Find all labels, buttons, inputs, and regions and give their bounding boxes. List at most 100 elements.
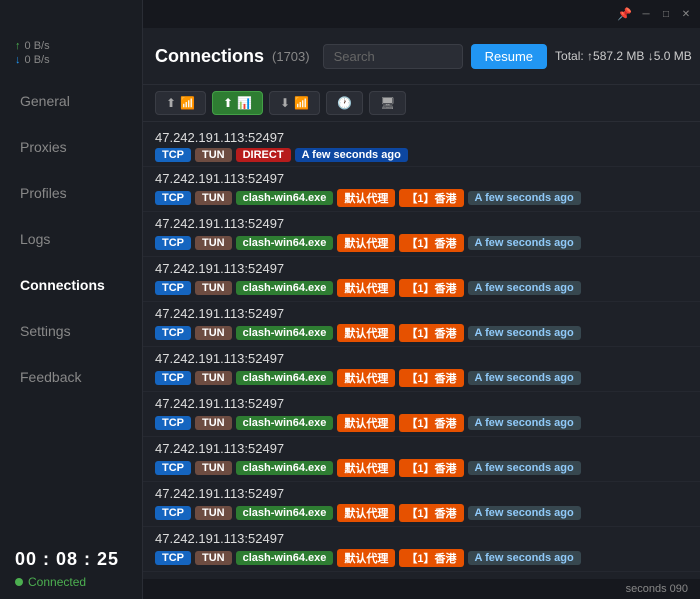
- down-value: 0: [25, 54, 31, 66]
- connection-tag: 默认代理: [337, 549, 395, 567]
- down-arrow-icon: ↓: [15, 54, 21, 66]
- connection-tag: TUN: [195, 461, 232, 475]
- connection-item: 47.242.191.113:52497 TCPTUNclash-win64.ex…: [143, 302, 700, 347]
- connection-tags: TCPTUNclash-win64.exe默认代理【1】香港A few seco…: [155, 324, 688, 342]
- sidebar-item-proxies[interactable]: Proxies: [0, 124, 142, 170]
- connection-tag: TUN: [195, 416, 232, 430]
- close-button[interactable]: ✕: [680, 8, 692, 20]
- connection-item: 47.242.191.113:52497TCPTUNclash-win64.ex…: [143, 257, 700, 302]
- connection-tag: 默认代理: [337, 189, 395, 207]
- sidebar-item-logs[interactable]: Logs: [0, 216, 142, 262]
- connection-item: 47.242.191.113:52497TCPTUNclash-win64.ex…: [143, 212, 700, 257]
- connection-item: 47.242.191.113:52497TCPTUNclash-win64.ex…: [143, 572, 700, 579]
- up-unit: B/s: [34, 40, 50, 52]
- toolbar-btn-upload-active[interactable]: ⬆ 📊: [212, 91, 263, 115]
- connection-tag: TUN: [195, 281, 232, 295]
- sidebar-item-connections[interactable]: Connections: [0, 262, 142, 308]
- connection-host: 47.242.191.113:52497: [155, 306, 688, 321]
- main-panel: 📌 ─ □ ✕ Connections (1703) Resume Total:…: [143, 0, 700, 599]
- toolbar: ⬆ 📶 ⬆ 📊 ⬇ 📶 🕐 🖥: [143, 85, 700, 122]
- connection-tag: 默认代理: [337, 504, 395, 522]
- pin-icon[interactable]: 📌: [617, 7, 632, 21]
- connection-tag: DIRECT: [236, 148, 291, 162]
- connection-tag: clash-win64.exe: [236, 191, 334, 205]
- sidebar-item-general[interactable]: General: [0, 78, 142, 124]
- connection-host: 47.242.191.113:52497: [155, 130, 688, 145]
- connection-item: 47.242.191.113:52497 TCP TUN DIRECT A few se…: [143, 126, 700, 167]
- connection-tags: TCPTUNclash-win64.exe默认代理【1】香港A few seco…: [155, 504, 688, 522]
- toolbar-btn-download[interactable]: ⬇ 📶: [269, 91, 320, 115]
- connection-tag: A few seconds ago: [468, 371, 581, 385]
- status-bar: seconds 090: [143, 579, 700, 599]
- connection-tag: TUN: [195, 191, 232, 205]
- connection-tag: 默认代理: [337, 279, 395, 297]
- connection-tag: A few seconds ago: [295, 148, 408, 162]
- connections-list[interactable]: 47.242.191.113:52497 TCP TUN DIRECT A few se…: [143, 122, 700, 579]
- sidebar-item-settings[interactable]: Settings: [0, 308, 142, 354]
- sidebar-item-profiles[interactable]: Profiles: [0, 170, 142, 216]
- toolbar-btn-time[interactable]: 🕐: [326, 91, 363, 115]
- connection-tag: 【1】香港: [399, 234, 463, 252]
- connection-host: 47.242.191.113:52497: [155, 171, 688, 186]
- connection-host: 47.242.191.113:52497: [155, 441, 688, 456]
- sidebar-item-feedback[interactable]: Feedback: [0, 354, 142, 400]
- connection-tag: A few seconds ago: [468, 416, 581, 430]
- connection-tag: clash-win64.exe: [236, 416, 334, 430]
- connection-tag: A few seconds ago: [468, 461, 581, 475]
- connection-host: 47.242.191.113:52497: [155, 396, 688, 411]
- connection-host: 47.242.191.113:52497: [155, 486, 688, 501]
- upload-icon: ⬆: [166, 96, 176, 110]
- resume-button[interactable]: Resume: [471, 44, 547, 69]
- up-value: 0: [25, 40, 31, 52]
- connection-tag: clash-win64.exe: [236, 371, 334, 385]
- connection-item: 47.242.191.113:52497TCPTUNclash-win64.ex…: [143, 347, 700, 392]
- connection-tag: 【1】香港: [399, 324, 463, 342]
- connection-tag: A few seconds ago: [468, 551, 581, 565]
- sidebar-bottom: 00 : 08 : 25 Connected: [0, 534, 142, 599]
- connection-tag: TCP: [155, 416, 191, 430]
- connection-tag: TUN: [195, 236, 232, 250]
- seconds-label: seconds 090: [626, 583, 688, 595]
- search-input[interactable]: [323, 44, 463, 69]
- clock-icon: 🕐: [337, 96, 352, 110]
- connection-tag: TUN: [195, 506, 232, 520]
- connection-tag: A few seconds ago: [468, 191, 581, 205]
- up-arrow-icon: ↑: [15, 40, 21, 52]
- display-icon: 🖥: [380, 96, 395, 110]
- minimize-button[interactable]: ─: [640, 8, 652, 20]
- connection-tag: clash-win64.exe: [236, 506, 334, 520]
- connection-tags: TCPTUNclash-win64.exe默认代理【1】香港A few seco…: [155, 549, 688, 567]
- connection-tag: 默认代理: [337, 234, 395, 252]
- connection-tag: TUN: [195, 148, 232, 162]
- connected-label: Connected: [28, 575, 86, 589]
- connection-tags: TCPTUNclash-win64.exe默认代理【1】香港A few seco…: [155, 234, 688, 252]
- connection-tag: 【1】香港: [399, 549, 463, 567]
- maximize-button[interactable]: □: [660, 8, 672, 20]
- connection-tag: TCP: [155, 281, 191, 295]
- connection-tag: 【1】香港: [399, 189, 463, 207]
- connection-tag: TCP: [155, 461, 191, 475]
- connection-tag: TCP: [155, 148, 191, 162]
- connection-item: 47.242.191.113:52497 TCPTUNclash-win64.ex…: [143, 527, 700, 572]
- header: Connections (1703) Resume Total: ↑587.2 …: [143, 28, 700, 85]
- connection-tag: A few seconds ago: [468, 236, 581, 250]
- connection-tag: clash-win64.exe: [236, 236, 334, 250]
- connected-dot-icon: [15, 578, 23, 586]
- connection-tag: clash-win64.exe: [236, 326, 334, 340]
- connection-tags: TCPTUNclash-win64.exe默认代理【1】香港A few seco…: [155, 189, 688, 207]
- connection-tag: 默认代理: [337, 369, 395, 387]
- traffic-down: ↓ 0 B/s: [15, 54, 127, 66]
- connection-tag: TCP: [155, 506, 191, 520]
- connection-tag: 默认代理: [337, 414, 395, 432]
- connection-tag: TUN: [195, 371, 232, 385]
- connection-tag: 【1】香港: [399, 504, 463, 522]
- connection-tag: A few seconds ago: [468, 281, 581, 295]
- titlebar: 📌 ─ □ ✕: [143, 0, 700, 28]
- toolbar-btn-display[interactable]: 🖥: [369, 91, 406, 115]
- connection-item: 47.242.191.113:52497TCPTUNclash-win64.ex…: [143, 167, 700, 212]
- connection-tag: 【1】香港: [399, 369, 463, 387]
- connection-host: 47.242.191.113:52497: [155, 351, 688, 366]
- toolbar-btn-upload[interactable]: ⬆ 📶: [155, 91, 206, 115]
- down-unit: B/s: [34, 54, 50, 66]
- connection-host: 47.242.191.113:52497: [155, 531, 688, 546]
